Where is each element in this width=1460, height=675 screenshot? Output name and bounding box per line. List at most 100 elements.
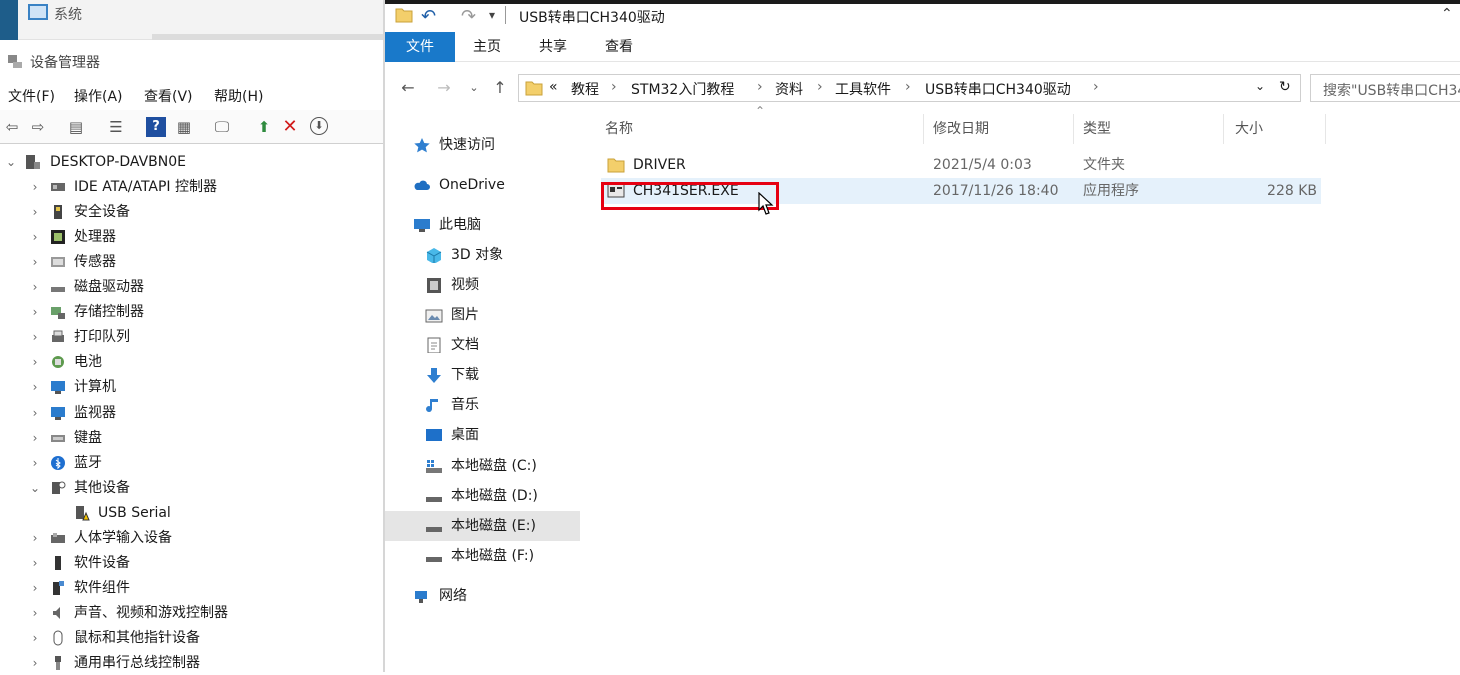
chevron-right-icon[interactable]: › [28,375,42,399]
tree-item[interactable]: › 处理器 [0,225,384,249]
chevron-right-icon[interactable]: › [28,200,42,224]
nav-item[interactable]: 视频 [385,270,580,300]
update-driver-icon[interactable]: ⬆ [254,117,274,137]
tab-home[interactable]: 主页 [457,32,517,62]
breadcrumb-chevron-icon[interactable]: › [611,79,617,95]
breadcrumb-item[interactable]: 教程 [571,79,599,99]
tree-item[interactable]: › 蓝牙 [0,451,384,475]
tree-item[interactable]: › IDE ATA/ATAPI 控制器 [0,175,384,199]
tree-item[interactable]: › 监视器 [0,401,384,425]
column-date[interactable]: 修改日期 [933,118,989,138]
chevron-right-icon[interactable]: › [28,325,42,349]
chevron-right-icon[interactable]: › [28,300,42,324]
tree-item[interactable]: › 电池 [0,350,384,374]
nav-item[interactable]: 本地磁盘 (E:) [385,511,580,541]
tab-share[interactable]: 共享 [523,32,583,62]
address-dropdown-icon[interactable]: ⌄ [1255,79,1265,93]
nav-item[interactable]: 此电脑 [385,210,580,240]
properties-view-icon[interactable]: ▤ [66,117,86,137]
tree-item[interactable]: › 声音、视频和游戏控制器 [0,601,384,625]
chevron-right-icon[interactable]: › [28,651,42,675]
recent-dropdown-icon[interactable]: ⌄ [463,81,485,94]
tree-item[interactable]: › 鼠标和其他指针设备 [0,626,384,650]
nav-item[interactable]: OneDrive [385,170,580,200]
nav-item[interactable]: 本地磁盘 (F:) [385,541,580,571]
tree-root[interactable]: ⌄ DESKTOP-DAVBN0E [0,150,384,174]
nav-item[interactable]: 音乐 [385,390,580,420]
resources-icon[interactable]: ▦ [174,117,194,137]
redo-icon[interactable]: ↷ [461,6,476,27]
breadcrumb-chevron-icon[interactable]: › [905,79,911,95]
nav-item[interactable]: 本地磁盘 (C:) [385,451,580,481]
nav-item[interactable]: 网络 [385,581,580,611]
forward-arrow-icon[interactable]: → [433,78,455,97]
breadcrumb-item[interactable]: 工具软件 [835,79,891,99]
nav-item[interactable]: 快速访问 [385,130,580,160]
chevron-right-icon[interactable]: › [28,175,42,199]
nav-item[interactable]: 文档 [385,330,580,360]
chevron-down-icon[interactable]: ⌄ [4,150,18,174]
forward-arrow-icon[interactable]: ⇨ [28,117,48,137]
tree-item[interactable]: › 传感器 [0,250,384,274]
breadcrumb-chevron-icon[interactable]: › [757,79,763,95]
file-row[interactable]: DRIVER 2021/5/4 0:03 文件夹 [601,152,1321,178]
chevron-down-icon[interactable]: ⌄ [28,476,42,500]
column-name[interactable]: 名称 [605,118,633,138]
list-view-icon[interactable]: ☰ [106,117,126,137]
column-type[interactable]: 类型 [1083,118,1111,138]
tree-item[interactable]: › 通用串行总线控制器 [0,651,384,675]
tree-item[interactable]: › 存储控制器 [0,300,384,324]
up-arrow-icon[interactable]: ↑ [489,78,511,97]
system-window-strip[interactable]: 系统 [0,0,384,40]
chevron-right-icon[interactable]: › [28,225,42,249]
breadcrumb-chevron-icon[interactable]: › [1093,79,1099,95]
back-arrow-icon[interactable]: ⇦ [2,117,22,137]
nav-item[interactable]: 本地磁盘 (D:) [385,481,580,511]
tree-item[interactable]: ⌄ 其他设备 [0,476,384,500]
address-bar[interactable]: « 教程 › STM32入门教程 › 资料 › 工具软件 › USB转串口CH3… [518,74,1301,102]
breadcrumb-item[interactable]: STM32入门教程 [631,79,734,99]
tab-view[interactable]: 查看 [589,32,649,62]
breadcrumb-chevron-icon[interactable]: › [817,79,823,95]
tree-item[interactable]: USB Serial [0,501,384,525]
menu-help[interactable]: 帮助(H) [214,86,263,106]
nav-item[interactable]: 下载 [385,360,580,390]
tree-item[interactable]: › 软件组件 [0,576,384,600]
tree-item[interactable]: › 计算机 [0,375,384,399]
minimize-chevron-icon[interactable]: ⌃ [1441,6,1453,22]
tree-item[interactable]: › 安全设备 [0,200,384,224]
nav-item[interactable]: 桌面 [385,420,580,450]
chevron-right-icon[interactable]: › [28,451,42,475]
chevron-right-icon[interactable]: › [28,275,42,299]
chevron-right-icon[interactable]: › [28,551,42,575]
help-icon[interactable]: ? [146,117,166,137]
install-down-icon[interactable]: ⬇ [310,117,328,135]
search-input[interactable]: 搜索"USB转串口CH340驱动" [1310,74,1460,102]
chevron-right-icon[interactable]: › [28,601,42,625]
customize-dropdown-icon[interactable]: ▾ [489,8,495,22]
menu-action[interactable]: 操作(A) [74,86,123,106]
refresh-icon[interactable]: ↻ [1279,79,1291,95]
menu-view[interactable]: 查看(V) [144,86,193,106]
undo-icon[interactable]: ↶ [421,6,436,27]
nav-item[interactable]: 图片 [385,300,580,330]
tree-item[interactable]: › 软件设备 [0,551,384,575]
uninstall-x-icon[interactable]: ✕ [280,117,300,137]
back-arrow-icon[interactable]: ← [397,78,419,97]
chevron-right-icon[interactable]: › [28,250,42,274]
chevron-right-icon[interactable]: › [28,350,42,374]
chevron-right-icon[interactable]: › [28,426,42,450]
tree-item[interactable]: › 打印队列 [0,325,384,349]
menu-file[interactable]: 文件(F) [8,86,55,106]
breadcrumb-item[interactable]: 资料 [775,79,803,99]
chevron-right-icon[interactable]: › [28,626,42,650]
tab-file[interactable]: 文件 [385,32,455,62]
chevron-right-icon[interactable]: › [28,526,42,550]
tree-item[interactable]: › 人体学输入设备 [0,526,384,550]
tree-item[interactable]: › 磁盘驱动器 [0,275,384,299]
tree-item[interactable]: › 键盘 [0,426,384,450]
scan-monitor-icon[interactable]: 🖵 [212,117,232,137]
chevron-right-icon[interactable]: › [28,401,42,425]
breadcrumb-current[interactable]: USB转串口CH340驱动 [925,79,1071,99]
breadcrumb-overflow[interactable]: « [549,79,558,95]
